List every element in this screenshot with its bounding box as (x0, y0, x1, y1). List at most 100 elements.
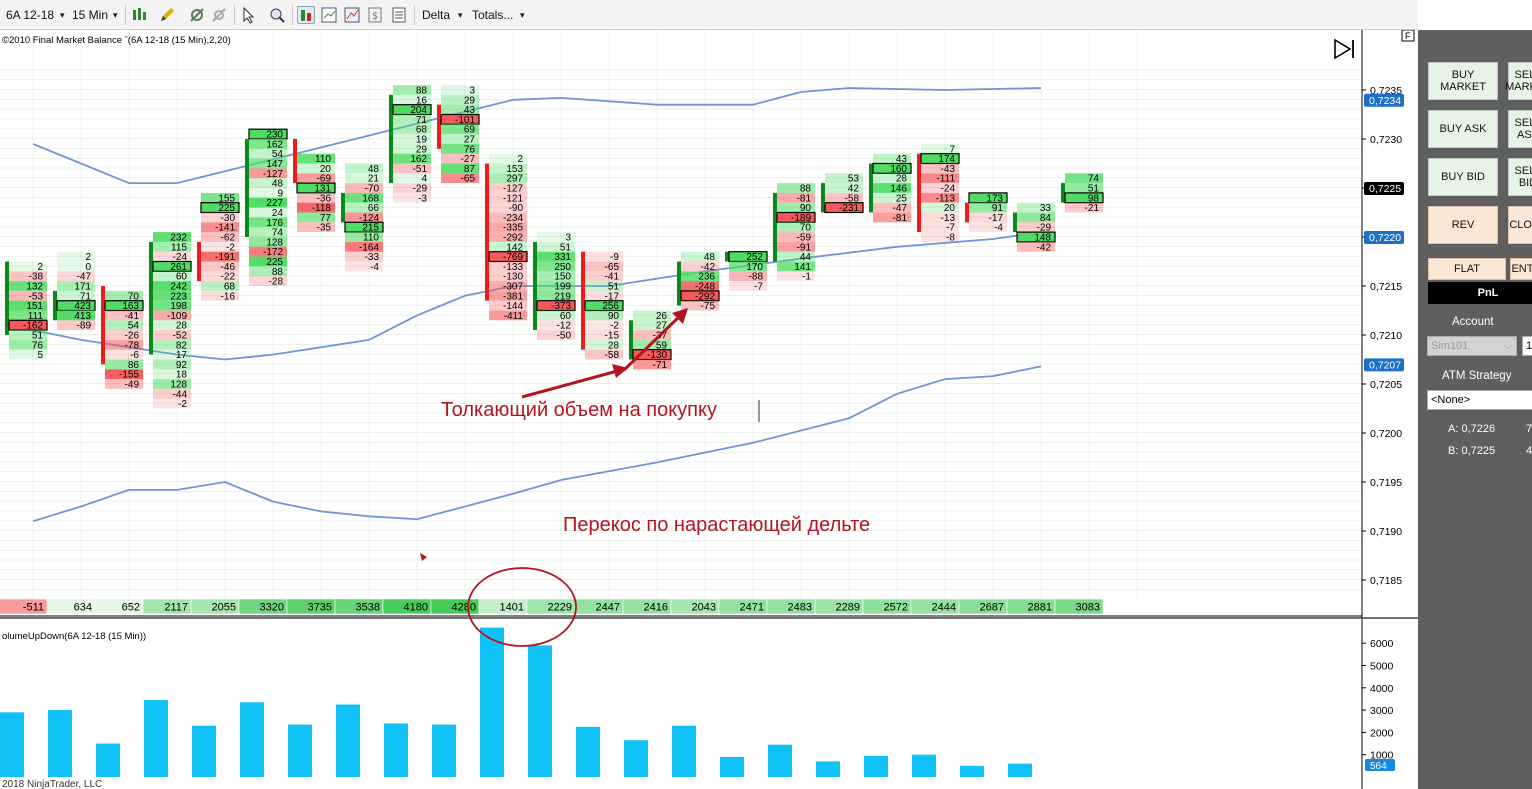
toolbar-separator (234, 5, 235, 25)
volume-bar (864, 755, 888, 777)
interval-dropdown-icon[interactable]: ▾ (113, 6, 118, 24)
footprint-cluster: 2153297-127-121-90-234-335-292142-769-13… (485, 153, 528, 322)
sell-bid-button[interactable]: SELL BID (1508, 158, 1532, 196)
account-dropdown-icon: ⌵ (1503, 340, 1512, 352)
footprint-cluster: 32943-101692776-2787-65 (437, 85, 480, 185)
candle-body (773, 192, 777, 262)
atm-strategy-select[interactable]: <None> (1427, 390, 1532, 410)
volume-bar (96, 743, 120, 777)
footprint-cluster: 70163-4154-26-78-686-155-49 (101, 286, 144, 391)
volume-bar (576, 726, 600, 777)
price-tick-label: 0,7185 (1370, 575, 1402, 587)
footprint-cluster: 351331250150199219-37360-12-50 (533, 232, 576, 342)
candle-body (389, 94, 393, 184)
volume-marker-label: 564 (1370, 761, 1387, 772)
volume-bar (192, 725, 216, 777)
buy-bid-button[interactable]: BUY BID (1428, 158, 1498, 196)
candle-body (533, 241, 537, 331)
cum-delta-value: 3320 (260, 602, 284, 614)
volume-tick-label: 3000 (1370, 705, 1394, 717)
interval-selector[interactable]: 15 Min (72, 6, 108, 24)
volume-up-down-panel: 600050004000300020001000564 (0, 627, 1395, 777)
delta-dropdown-icon[interactable]: ▾ (458, 6, 463, 24)
instrument-dropdown-icon[interactable]: ▾ (60, 6, 65, 24)
sell-ask-button[interactable]: SELL ASK (1508, 110, 1532, 148)
delta-value: -49 (125, 380, 140, 391)
delta-value: -7 (754, 282, 763, 293)
toolbar-separator (292, 5, 293, 25)
buy-market-button[interactable]: BUY MARKET (1428, 62, 1498, 100)
close-button[interactable]: CLOSE (1508, 206, 1532, 244)
cumulative-delta-row: -511 634 652 2117 2055 3320 3735 3538 4180 4280 14… (0, 598, 1104, 615)
price-tick-label: 0,7230 (1370, 134, 1402, 146)
sell-market-button[interactable]: SELL MARKET (1505, 62, 1532, 100)
delta-value: -50 (557, 331, 572, 342)
chart-properties-icon[interactable] (343, 6, 361, 24)
volume-tick-label: 6000 (1370, 638, 1394, 650)
candle-body (101, 286, 105, 365)
cum-delta-value: 2471 (740, 602, 764, 614)
footprint-cluster: 88-8190-18970-59-9144141-1 (773, 183, 816, 283)
footprint-clusters: 2-38132-53151111-1625176520-471717142341… (5, 85, 1104, 410)
account-value: Sim101 (1431, 340, 1469, 352)
bid-price-label: B: 0,7225 (1448, 445, 1496, 457)
quantity-field[interactable]: 1 (1522, 336, 1532, 356)
cum-delta-value: -511 (23, 602, 44, 614)
cum-delta-value: 2117 (164, 602, 188, 614)
delta-value: -65 (461, 174, 476, 185)
account-select[interactable]: Sim101 ⌵ (1427, 336, 1517, 356)
price-marker-label: 0,7220 (1369, 232, 1401, 244)
volume-bar (240, 702, 264, 777)
price-marker-label: 0,7225 (1369, 183, 1401, 195)
flat-position-box: FLAT (1428, 258, 1506, 280)
candle-body (437, 104, 441, 149)
snapshot-icon[interactable]: $ (366, 6, 384, 24)
delta-value: -2 (178, 399, 187, 410)
candle-body (149, 241, 153, 355)
delta-value: -71 (653, 360, 668, 371)
delta-value: -81 (893, 213, 908, 224)
volume-bar (912, 754, 936, 777)
volume-bar (960, 765, 984, 777)
draw-pencil-icon[interactable] (158, 6, 176, 24)
cum-delta-value: 2687 (980, 602, 1004, 614)
price-tick-label: 0,7200 (1370, 428, 1402, 440)
collapse-panel-icon[interactable] (1334, 38, 1354, 60)
data-box-icon[interactable] (320, 6, 338, 24)
buy-ask-button[interactable]: BUY ASK (1428, 110, 1498, 148)
totals-dropdown-icon[interactable]: ▾ (520, 6, 525, 24)
candle-body (197, 241, 201, 282)
cum-delta-value: 2289 (836, 602, 860, 614)
cursor-pointer-icon[interactable] (240, 6, 258, 24)
volume-bar (672, 725, 696, 777)
reverse-button[interactable]: REV (1428, 206, 1498, 244)
delta-mode-selector[interactable]: Delta (422, 6, 450, 24)
annotation-arrowhead-left (612, 364, 628, 378)
volume-bar (624, 740, 648, 777)
cum-delta-value: 2444 (932, 602, 956, 614)
footprint-cluster: 17391-17-4 (965, 192, 1008, 234)
zoom-icon[interactable] (268, 6, 286, 24)
price-tick-label: 0,7215 (1370, 281, 1402, 293)
delta-value: -8 (946, 233, 955, 244)
totals-selector[interactable]: Totals... (472, 6, 513, 24)
panel-tag-label: F (1405, 31, 1411, 41)
volume-bar (336, 704, 360, 777)
strategies-icon[interactable] (210, 6, 228, 24)
footprint-chart[interactable]: 2-38132-53151111-1625176520-471717142341… (0, 30, 1418, 789)
cum-delta-value: 4280 (452, 602, 476, 614)
chart-trader-panel: BUY MARKET SELL MARKET BUY ASK SELL ASK … (1418, 30, 1532, 789)
candle-body (245, 139, 249, 237)
volume-tick-label: 4000 (1370, 683, 1394, 695)
footprint-cluster: 252170-88-7 (725, 251, 768, 293)
indicators-icon[interactable] (188, 6, 206, 24)
candle-body (1013, 212, 1017, 233)
delta-value: 5 (37, 350, 43, 361)
volume-tick-label: 5000 (1370, 661, 1394, 673)
delta-value: -42 (1037, 242, 1052, 253)
properties-list-icon[interactable] (390, 6, 408, 24)
price-axis: 0,72350,72300,72250,72200,72150,72100,72… (1362, 85, 1404, 587)
chart-trader-icon[interactable] (297, 6, 315, 24)
chart-style-icon[interactable] (130, 6, 148, 24)
instrument-selector[interactable]: 6A 12-18 (6, 6, 54, 24)
